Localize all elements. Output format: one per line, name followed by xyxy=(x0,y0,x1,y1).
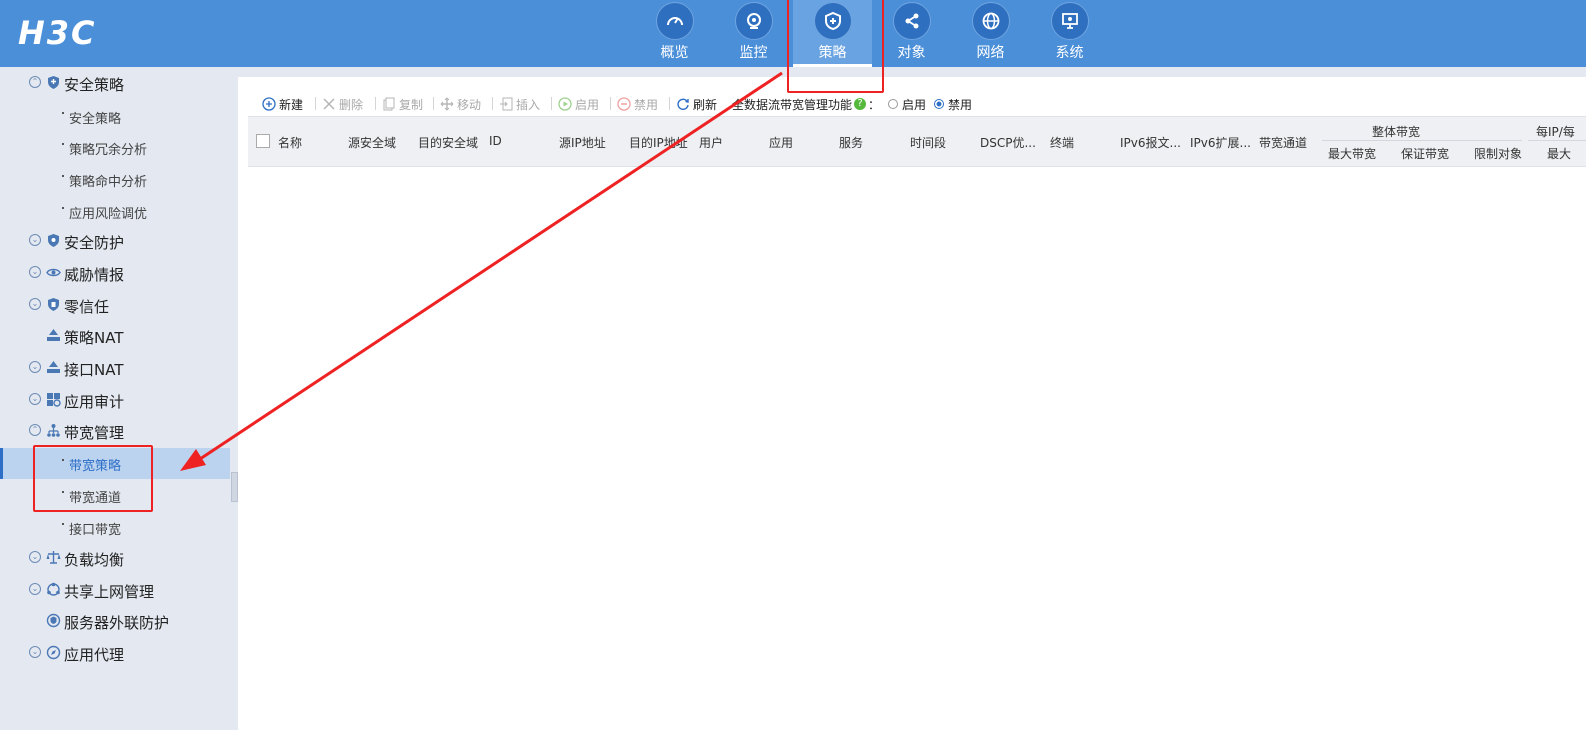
annotation-arrow xyxy=(180,71,783,471)
